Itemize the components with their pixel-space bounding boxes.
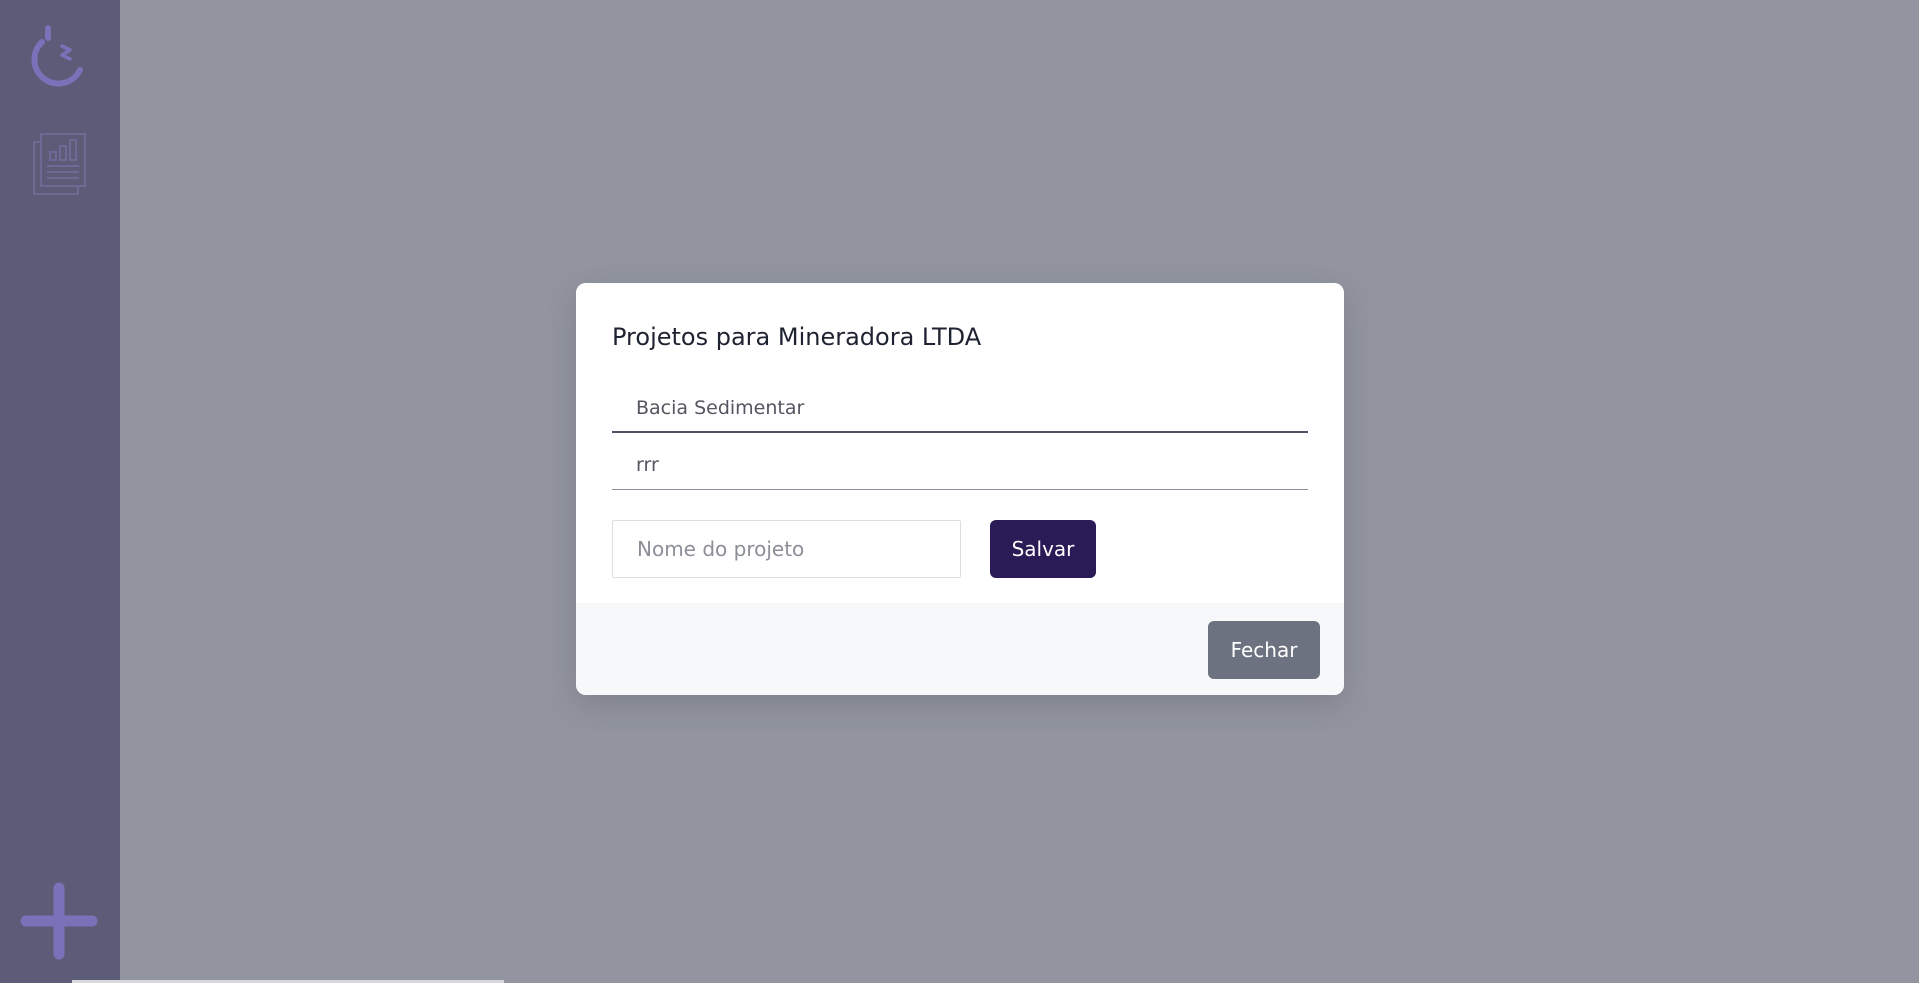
logo-icon[interactable] bbox=[28, 24, 92, 88]
close-button[interactable]: Fechar bbox=[1208, 621, 1320, 679]
save-button[interactable]: Salvar bbox=[990, 520, 1096, 578]
sidebar bbox=[0, 0, 120, 983]
projects-modal: Projetos para Mineradora LTDA Bacia Sedi… bbox=[576, 283, 1344, 695]
project-item[interactable]: Bacia Sedimentar bbox=[612, 383, 1308, 433]
project-name-input[interactable] bbox=[612, 520, 961, 578]
project-item[interactable]: rrr bbox=[612, 440, 1308, 490]
modal-body: Projetos para Mineradora LTDA Bacia Sedi… bbox=[576, 283, 1344, 603]
reports-icon[interactable] bbox=[32, 132, 88, 196]
modal-footer: Fechar bbox=[576, 603, 1344, 695]
modal-title: Projetos para Mineradora LTDA bbox=[612, 323, 982, 351]
add-icon[interactable] bbox=[20, 882, 98, 960]
